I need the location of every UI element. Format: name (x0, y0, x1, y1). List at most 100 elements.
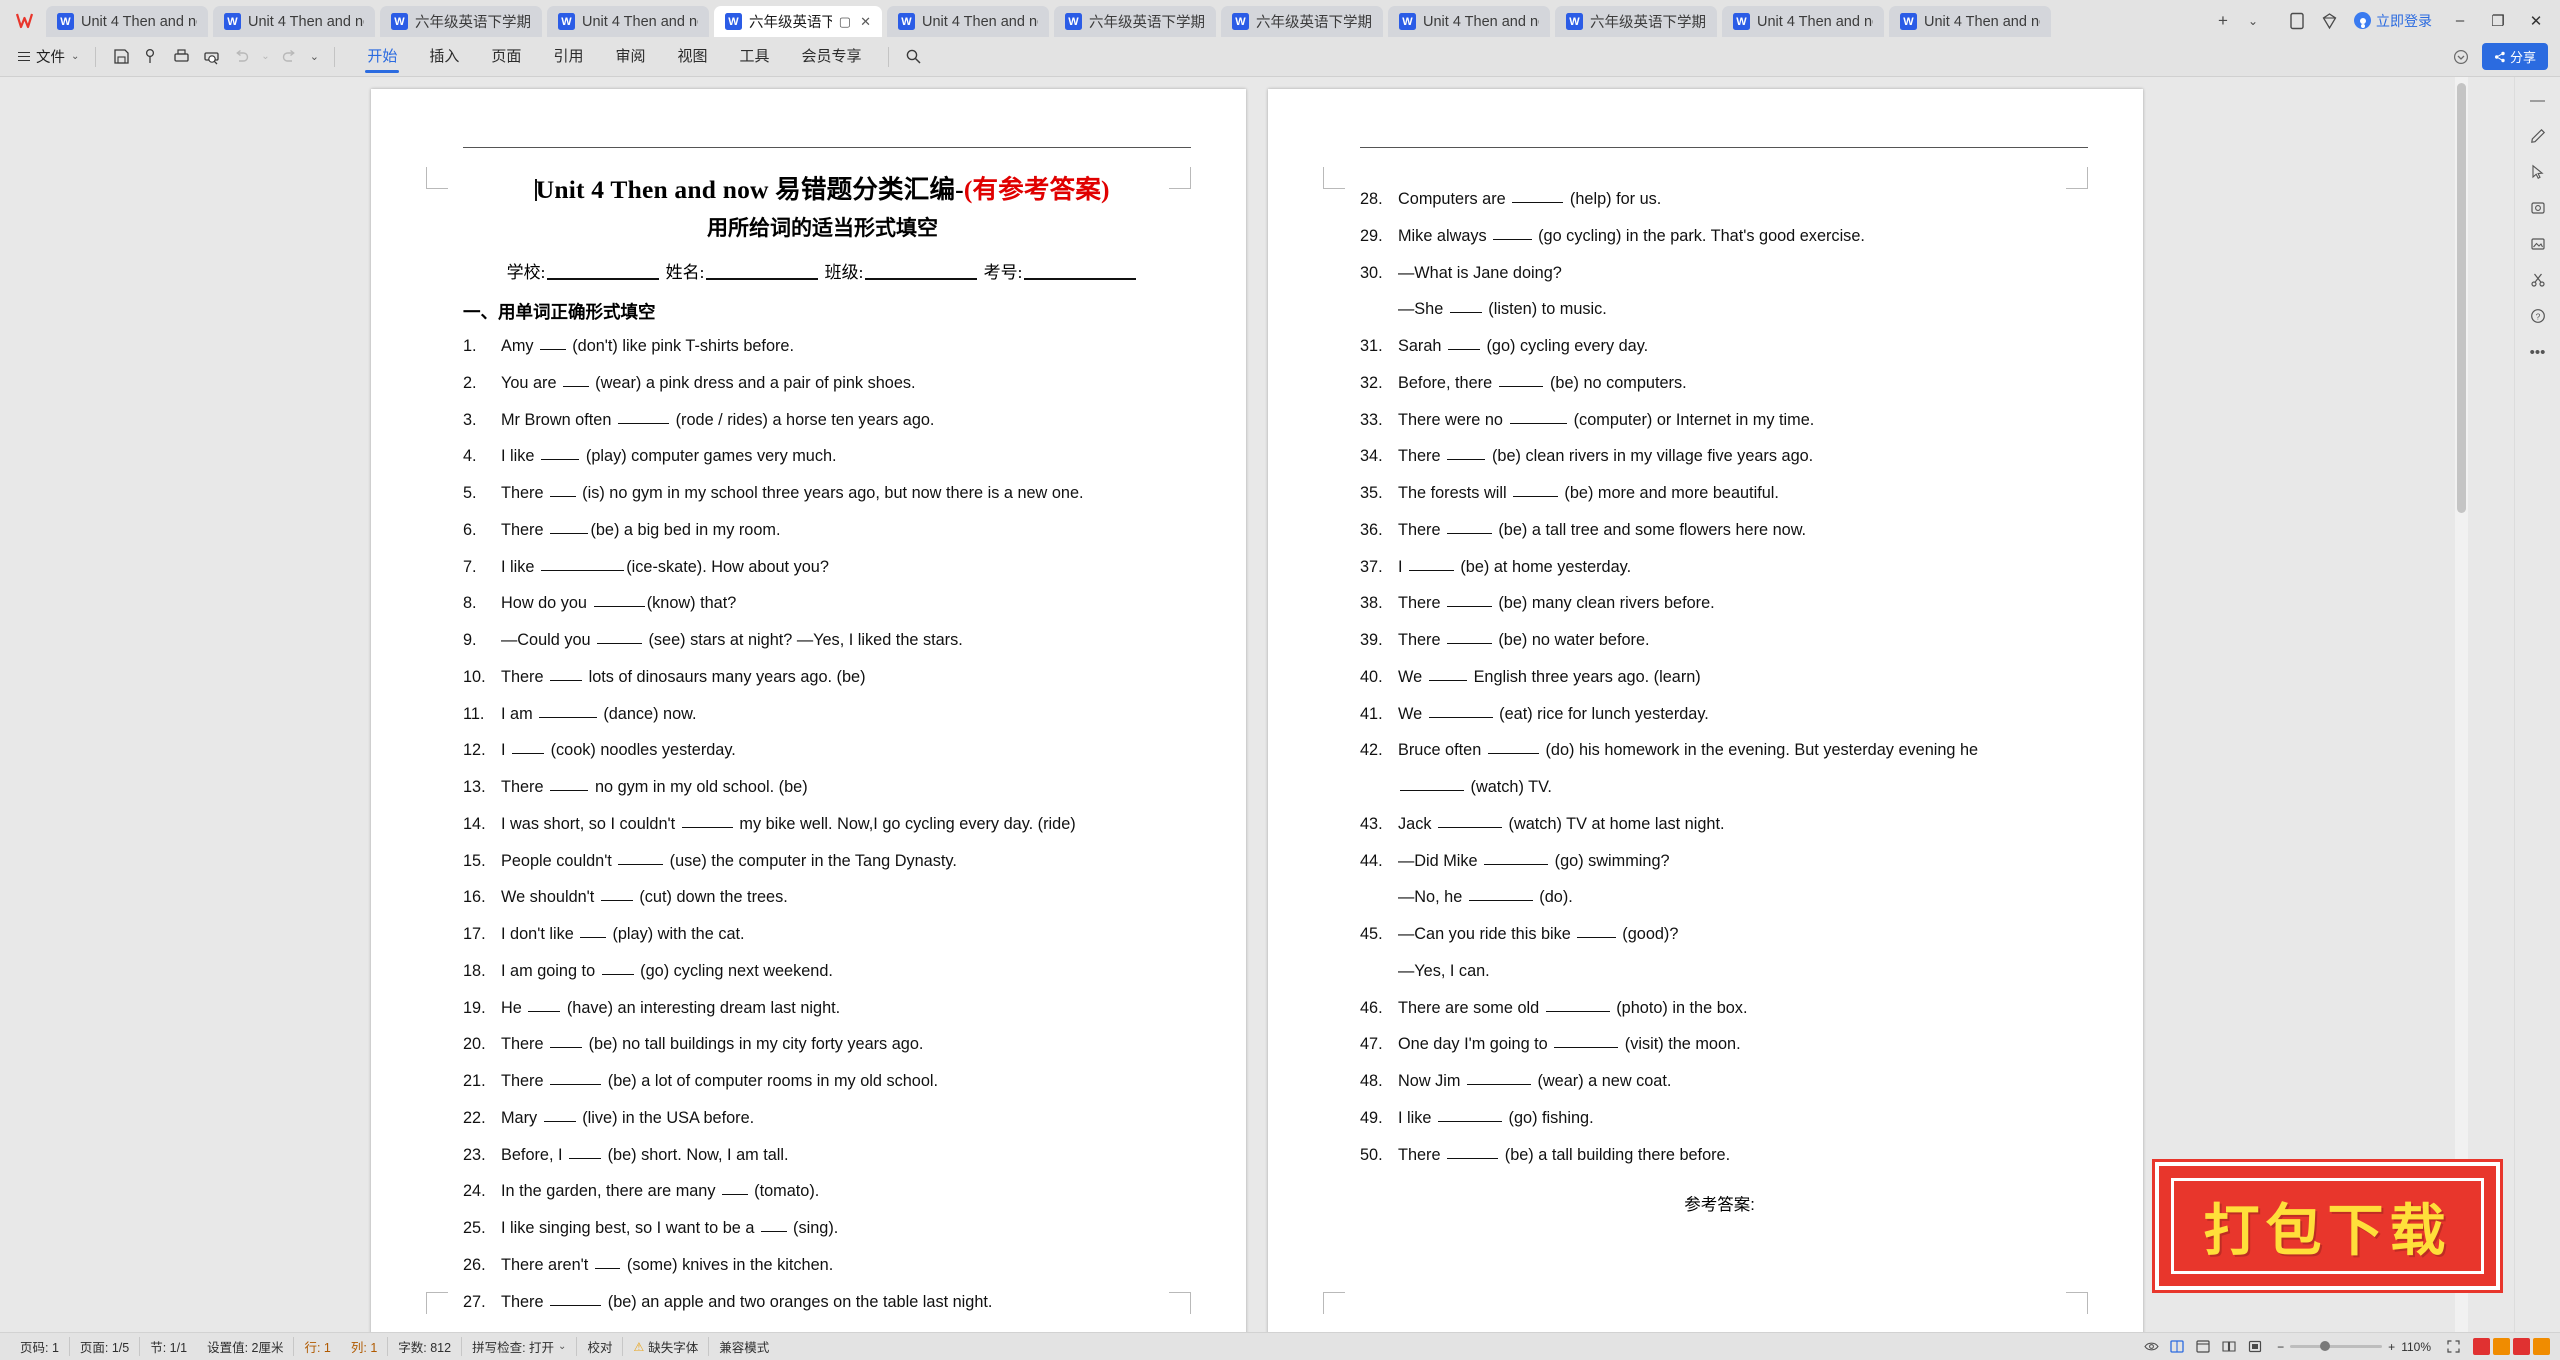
ribbon-tab-3[interactable]: 引用 (537, 37, 599, 77)
question-item: 8. How do you (know) that? (463, 593, 1182, 613)
read-view-icon[interactable] (2217, 1336, 2241, 1358)
document-tab-11[interactable]: WUnit 4 Then and now▢✕ (1889, 6, 2051, 37)
eye-preview-icon[interactable] (2139, 1336, 2163, 1358)
scrollbar-thumb[interactable] (2457, 83, 2466, 513)
info-field-blank[interactable] (547, 278, 660, 280)
question-item: 42. Bruce often (do) his homework in the … (1360, 740, 2079, 760)
document-tab-1[interactable]: WUnit 4 Then and now▢✕ (213, 6, 375, 37)
ribbon-tab-0[interactable]: 开始 (351, 37, 413, 77)
question-text: There (is) no gym in my school three yea… (501, 484, 1084, 502)
document-tab-8[interactable]: WUnit 4 Then and now▢✕ (1388, 6, 1550, 37)
collapse-ribbon-icon[interactable] (2446, 42, 2476, 72)
question-item: 4. I like (play) computer games very much… (463, 446, 1182, 466)
question-text: We English three years ago. (learn) (1398, 667, 1701, 686)
new-tab-button[interactable]: + (2208, 6, 2238, 36)
ribbon-tab-7[interactable]: 会员专享 (786, 37, 878, 77)
status-missing-font[interactable]: ⚠ 缺失字体 (622, 1337, 708, 1356)
tab-close-icon[interactable]: ✕ (860, 15, 871, 28)
document-tab-10[interactable]: WUnit 4 Then and now▢✕ (1722, 6, 1884, 37)
save-icon[interactable] (106, 42, 136, 72)
document-tab-6[interactable]: W六年级英语下学期Unit▢✕ (1054, 6, 1216, 37)
help-icon[interactable]: ? (2521, 299, 2555, 333)
more-options-icon[interactable]: ••• (2521, 335, 2555, 369)
zoom-out-button[interactable]: − (2277, 1340, 2284, 1354)
cursor-select-icon[interactable] (2521, 155, 2555, 189)
info-field-blank[interactable] (1024, 278, 1137, 280)
status-spellcheck[interactable]: 拼写检查: 打开 ⌄ (461, 1337, 576, 1356)
print-icon[interactable] (166, 42, 196, 72)
taskbar-badge-icon[interactable] (2473, 1338, 2490, 1355)
focus-mode-icon[interactable] (2243, 1336, 2267, 1358)
ribbon-tab-5[interactable]: 视图 (661, 37, 723, 77)
question-number: 28. (1360, 190, 1383, 208)
question-number: 48. (1360, 1072, 1383, 1090)
documents-panel-icon[interactable] (2282, 6, 2312, 36)
minimize-button[interactable]: – (2442, 4, 2478, 37)
ribbon-tab-6[interactable]: 工具 (723, 37, 785, 77)
vertical-scrollbar[interactable] (2455, 77, 2468, 1332)
document-tab-9[interactable]: W六年级英语下学期Unit▢✕ (1555, 6, 1717, 37)
taskbar-badge-icon[interactable] (2533, 1338, 2550, 1355)
edit-pen-icon[interactable] (2521, 119, 2555, 153)
customize-toolbar-icon[interactable]: ⌄ (304, 42, 324, 72)
question-text: People couldn't (use) the computer in th… (501, 851, 957, 870)
question-number: 24. (463, 1182, 486, 1201)
word-doc-icon: W (1232, 13, 1249, 30)
taskbar-badge-icon[interactable] (2513, 1338, 2530, 1355)
document-page-2[interactable]: 28. Computers are (help) for us. 29. Mike a… (1268, 89, 2143, 1332)
question-list-right: 28. Computers are (help) for us. 29. Mike a… (1360, 189, 2079, 1165)
ribbon-tab-1[interactable]: 插入 (413, 37, 475, 77)
share-button[interactable]: 分享 (2481, 43, 2548, 70)
question-text: —She (listen) to music. (1398, 300, 1607, 319)
diamond-badge-icon[interactable] (2314, 6, 2344, 36)
question-item: 1. Amy (don't) like pink T-shirts before. (463, 336, 1182, 356)
question-number: 45. (1360, 925, 1383, 943)
minimize-panel-icon[interactable]: — (2521, 83, 2555, 117)
undo-icon[interactable] (226, 42, 256, 72)
tab-present-icon[interactable]: ▢ (839, 15, 851, 28)
question-item: 47. One day I'm going to (visit) the moon… (1360, 1034, 2079, 1054)
web-view-icon[interactable] (2191, 1336, 2215, 1358)
tab-list-dropdown[interactable]: ⌄ (2238, 6, 2268, 36)
page-view-icon[interactable] (2165, 1336, 2189, 1358)
question-item: 16. We shouldn't (cut) down the trees. (463, 887, 1182, 907)
word-doc-icon: W (1399, 13, 1416, 30)
document-tab-0[interactable]: WUnit 4 Then and now▢✕ (46, 6, 208, 37)
screenshot-icon[interactable] (2521, 191, 2555, 225)
document-tab-3[interactable]: WUnit 4 Then and now▢✕ (547, 6, 709, 37)
question-number: 39. (1360, 631, 1383, 649)
print-preview-icon[interactable] (196, 42, 226, 72)
file-menu-button[interactable]: 文件 ⌄ (12, 46, 85, 67)
info-field-blank[interactable] (706, 278, 819, 280)
status-proofread[interactable]: 校对 (576, 1337, 622, 1356)
undo-dropdown-icon[interactable]: ⌄ (256, 42, 274, 72)
cut-icon[interactable] (2521, 263, 2555, 297)
search-icon[interactable] (899, 42, 929, 72)
zoom-level-label[interactable]: 110% (2401, 1340, 2431, 1354)
redo-icon[interactable] (274, 42, 304, 72)
maximize-button[interactable]: ❐ (2480, 4, 2516, 37)
close-button[interactable]: ✕ (2518, 4, 2554, 37)
zoom-slider[interactable] (2290, 1341, 2383, 1351)
search-doc-icon[interactable] (136, 42, 166, 72)
ribbon-tab-2[interactable]: 页面 (475, 37, 537, 77)
taskbar-badge-icon[interactable] (2493, 1338, 2510, 1355)
document-tab-7[interactable]: W六年级英语下学期Unit▢✕ (1221, 6, 1383, 37)
zoom-in-button[interactable]: + (2388, 1340, 2395, 1354)
picture-icon[interactable] (2521, 227, 2555, 261)
zoom-slider-group[interactable]: − + 110% (2269, 1340, 2439, 1354)
question-continuation: —Yes, I can. (1360, 961, 2079, 981)
fullscreen-icon[interactable] (2441, 1336, 2465, 1358)
question-item: 36. There (be) a tall tree and some flowe… (1360, 520, 2079, 540)
document-scroll-area[interactable]: Unit 4 Then and now 易错题分类汇编-(有参考答案) 用所给词… (0, 77, 2514, 1332)
document-tab-2[interactable]: W六年级英语下学期Unit▢✕ (380, 6, 542, 37)
question-text: —Can you ride this bike (good)? (1398, 925, 1679, 943)
document-tab-5[interactable]: WUnit 4 Then and now▢✕ (887, 6, 1049, 37)
login-button[interactable]: 立即登录 (2346, 11, 2440, 31)
document-tab-4[interactable]: W 六年级英语下学 ▢ ✕ (714, 6, 882, 37)
status-word-count[interactable]: 字数: 812 (387, 1337, 461, 1356)
info-field-blank[interactable] (865, 278, 978, 280)
question-number: 41. (1360, 704, 1383, 723)
document-page-1[interactable]: Unit 4 Then and now 易错题分类汇编-(有参考答案) 用所给词… (371, 89, 1246, 1332)
ribbon-tab-4[interactable]: 审阅 (599, 37, 661, 77)
